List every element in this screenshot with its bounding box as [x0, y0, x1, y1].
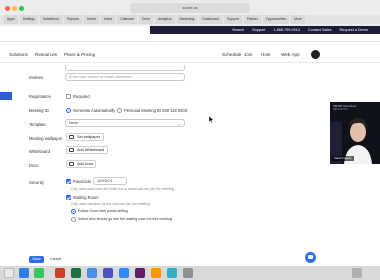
- teams-icon[interactable]: [103, 268, 113, 278]
- image-icon: [69, 135, 74, 139]
- invitees-label: Invitees: [29, 75, 44, 80]
- chat-button[interactable]: [305, 252, 316, 263]
- whiteboard-label: Whiteboard: [29, 149, 50, 154]
- bookmark-item[interactable]: Home: [83, 15, 99, 24]
- save-button[interactable]: Save: [29, 256, 44, 263]
- nav-schedule[interactable]: Schedule: [222, 52, 241, 57]
- add-whiteboard-button[interactable]: Add Whiteboard: [66, 146, 108, 154]
- passcode-input[interactable]: 1DXGC4: [93, 177, 127, 185]
- meeting-id-auto-radio[interactable]: [66, 108, 71, 113]
- bookmark-item[interactable]: Calendar: [117, 15, 138, 24]
- add-whiteboard-label: Add Whiteboard: [77, 148, 105, 152]
- maximize-window-icon[interactable]: [19, 6, 24, 11]
- bookmark-item[interactable]: Opportunities: [263, 15, 290, 24]
- finder-icon[interactable]: [4, 268, 14, 278]
- safari-icon[interactable]: [19, 268, 29, 278]
- registration-option: Required: [73, 94, 90, 99]
- meeting-id-auto-label: Generate Automatically: [73, 108, 116, 113]
- minimize-window-icon[interactable]: [12, 6, 17, 11]
- meeting-id-label: Meeting ID: [29, 108, 49, 113]
- nav-web-app[interactable]: Web App: [281, 52, 300, 57]
- template-select[interactable]: None ⌄: [65, 119, 185, 127]
- bookmark-item[interactable]: Drive: [139, 15, 153, 24]
- nav-resources[interactable]: Resources: [35, 52, 57, 57]
- bookmark-item[interactable]: Analytics: [154, 15, 175, 24]
- chrome-icon[interactable]: [87, 268, 97, 278]
- registration-checkbox[interactable]: [66, 94, 71, 99]
- bookmarks-bar: Apps Settings Salesforce Reports Home Inbox Ca…: [0, 15, 380, 24]
- contact-sales-link[interactable]: Contact Sales: [308, 26, 332, 34]
- bookmark-item[interactable]: Reports: [64, 15, 82, 24]
- support-link[interactable]: Support: [252, 26, 265, 34]
- nav-host[interactable]: Host: [261, 52, 270, 57]
- bookmark-item[interactable]: Salesforce: [40, 15, 63, 24]
- zoom-topbar: Search Support 1.888.799.0914 Contact Sa…: [150, 26, 380, 34]
- template-value: None: [69, 121, 79, 125]
- passcode-value: 1DXGC4: [97, 179, 113, 183]
- set-wallpaper-button[interactable]: Set wallpaper: [66, 133, 104, 141]
- participant-name-tag: Sarah Fogarty: [332, 156, 354, 161]
- participant-video-icon: [330, 102, 380, 164]
- nav-plans-pricing[interactable]: Plans & Pricing: [64, 52, 95, 57]
- close-window-icon[interactable]: [5, 6, 10, 11]
- document-icon: [69, 162, 74, 166]
- waiting-room-option-custom-label: Select who should go into the waiting ro…: [78, 217, 172, 221]
- nav-solutions[interactable]: Solutions: [9, 52, 28, 57]
- add-docs-label: Add Docs: [77, 162, 94, 166]
- add-docs-button[interactable]: Add Docs: [66, 160, 96, 168]
- video-background-sub: RECRUITING: [333, 108, 348, 111]
- passcode-help: Only users who have the invite link or p…: [71, 187, 174, 191]
- system-settings-icon[interactable]: [183, 268, 193, 278]
- invitees-input[interactable]: Enter user names or email addresses: [65, 73, 185, 81]
- meeting-id-personal-radio[interactable]: [117, 108, 122, 113]
- address-bar[interactable]: zoom.us: [130, 3, 250, 13]
- meeting-id-personal-label: Personal Meeting ID 930 116 9403: [124, 108, 187, 113]
- bookmark-item[interactable]: Dashboard: [199, 15, 222, 24]
- bookmark-item[interactable]: Inbox: [100, 15, 116, 24]
- nav-join[interactable]: Join: [244, 52, 252, 57]
- request-demo-link[interactable]: Request a Demo: [340, 26, 369, 34]
- bookmark-item[interactable]: Apps: [4, 15, 18, 24]
- set-wallpaper-label: Set wallpaper: [77, 135, 101, 139]
- bookmark-item[interactable]: Support: [224, 15, 242, 24]
- waiting-room-label: Waiting Room: [73, 195, 99, 200]
- avatar[interactable]: [311, 50, 320, 59]
- waiting-room-option-custom-radio[interactable]: [71, 217, 76, 222]
- docs-label: Docs: [29, 163, 39, 168]
- cancel-button[interactable]: Cancel: [50, 256, 61, 263]
- template-label: Template: [29, 122, 46, 127]
- sidebar-active-item[interactable]: [0, 92, 12, 100]
- bookmark-item[interactable]: Settings: [19, 15, 38, 24]
- waiting-room-option-portal-radio[interactable]: [71, 209, 76, 214]
- messages-icon[interactable]: [34, 268, 44, 278]
- powerpoint-icon[interactable]: [55, 268, 65, 278]
- passcode-label: Passcode: [73, 179, 91, 184]
- previous-field[interactable]: [65, 65, 185, 71]
- video-thumbnail[interactable]: [330, 102, 380, 164]
- zoom-icon[interactable]: [119, 268, 129, 278]
- security-label: Security: [29, 180, 44, 185]
- registration-label: Registration: [29, 94, 51, 99]
- trash-icon[interactable]: [352, 268, 362, 278]
- notes-icon[interactable]: [151, 268, 161, 278]
- bookmark-item[interactable]: Marketing: [176, 15, 198, 24]
- waiting-room-option-portal-label: Follow Zoom web portal setting: [78, 209, 128, 213]
- wallpaper-label: Meeting wallpaper: [29, 136, 63, 141]
- excel-icon[interactable]: [71, 268, 81, 278]
- mouse-cursor-icon: [209, 116, 214, 123]
- chevron-down-icon: ⌄: [177, 121, 181, 126]
- whiteboard-icon: [69, 148, 74, 152]
- bookmark-item[interactable]: More: [291, 15, 305, 24]
- header-divider: [0, 62, 380, 63]
- app-store-icon[interactable]: [167, 268, 177, 278]
- waiting-room-checkbox[interactable]: [66, 195, 71, 200]
- passcode-checkbox[interactable]: [66, 179, 71, 184]
- invitees-placeholder: Enter user names or email addresses: [69, 75, 133, 79]
- waiting-room-help: Only users admitted by the host can join…: [71, 202, 150, 206]
- phone-number: 1.888.799.0914: [273, 28, 300, 32]
- slack-icon[interactable]: [135, 268, 145, 278]
- bookmark-item[interactable]: Partner: [243, 15, 262, 24]
- search-link[interactable]: Search: [232, 26, 244, 34]
